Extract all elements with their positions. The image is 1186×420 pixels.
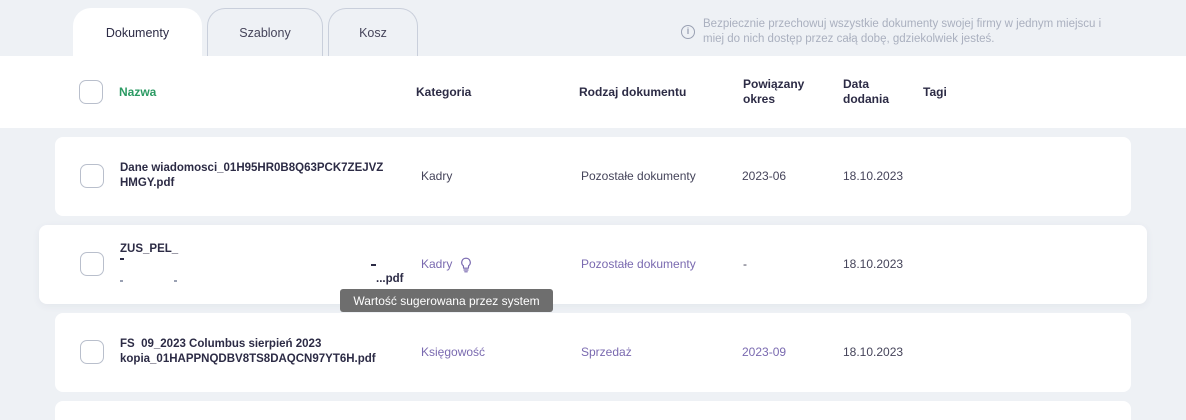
column-header-tags[interactable]: Tagi (923, 85, 947, 100)
document-name-line: Dane wiadomosci_01H95HR0B8Q63PCK7ZEJVZ (120, 162, 384, 174)
info-icon: i (681, 25, 695, 39)
document-name-line[interactable]: ZUS_PEL_ (120, 242, 178, 257)
column-header-category[interactable]: Kategoria (416, 85, 471, 100)
row-checkbox[interactable] (80, 164, 104, 188)
document-date: 18.10.2023 (843, 345, 904, 359)
column-header-date-line1: Data (843, 77, 870, 91)
redacted-text-fragment (120, 280, 123, 282)
column-header-date-line2: dodania (843, 92, 890, 106)
document-period[interactable]: - (743, 257, 747, 272)
lightbulb-icon[interactable] (460, 257, 472, 273)
document-name[interactable]: Dane wiadomosci_01H95HR0B8Q63PCK7ZEJVZ H… (120, 161, 383, 191)
row-checkbox[interactable] (80, 340, 104, 364)
document-name[interactable]: FS 09_2023 Columbus sierpień 2023 kopia_… (120, 337, 376, 367)
document-name-line: FS 09_2023 Columbus sierpień 2023 (120, 338, 322, 350)
table-row[interactable]: FS 09_2023 Columbus sierpień 2023 kopia_… (55, 313, 1131, 392)
row-checkbox[interactable] (80, 252, 104, 276)
column-header-date[interactable]: Data dodania (843, 77, 889, 107)
select-all-checkbox[interactable] (79, 80, 103, 104)
document-name-extension: .pdf (382, 273, 404, 285)
document-name-suffix: ...pdf (376, 273, 404, 285)
column-header-period-line1: Powiązany (743, 77, 805, 91)
document-category-label: Kadry (421, 257, 453, 272)
document-category[interactable]: Księgowość (421, 345, 485, 360)
tab-trash[interactable]: Kosz (328, 8, 418, 56)
table-row[interactable] (55, 401, 1131, 420)
redacted-text-fragment (371, 264, 376, 266)
table-header: Nazwa Kategoria Rodzaj dokumentu Powiąza… (0, 56, 1186, 128)
document-period[interactable]: 2023-09 (742, 345, 786, 360)
column-header-period-line2: okres (743, 92, 776, 106)
document-category[interactable]: Kadry (421, 169, 452, 184)
tab-templates[interactable]: Szablony (207, 8, 323, 56)
document-period[interactable]: 2023-06 (742, 169, 786, 184)
document-date: 18.10.2023 (843, 257, 904, 271)
document-name-line: HMGY.pdf (120, 177, 175, 189)
document-name-line: kopia_01HAPPNQDBV8TS8DAQCN97YT6H.pdf (120, 353, 376, 365)
column-header-doc-type[interactable]: Rodzaj dokumentu (579, 85, 686, 100)
redacted-text-fragment (174, 280, 177, 282)
document-type[interactable]: Pozostałe dokumenty (581, 257, 696, 272)
info-text: Bezpiecznie przechowuj wszystkie dokumen… (703, 18, 1102, 45)
info-note: i Bezpiecznie przechowuj wszystkie dokum… (681, 17, 1121, 47)
redacted-text-fragment (120, 258, 124, 260)
tab-documents[interactable]: Dokumenty (73, 8, 202, 56)
document-category[interactable]: Kadry (421, 257, 472, 273)
document-date: 18.10.2023 (843, 169, 904, 183)
suggestion-tooltip: Wartość sugerowana przez system (340, 289, 553, 312)
document-type[interactable]: Pozostałe dokumenty (581, 169, 696, 184)
table-row[interactable]: Dane wiadomosci_01H95HR0B8Q63PCK7ZEJVZ H… (55, 137, 1131, 216)
table-row[interactable]: ZUS_PEL_ ...pdf Kadry Pozostałe dokument… (39, 225, 1147, 304)
column-header-period[interactable]: Powiązany okres (743, 77, 804, 107)
document-type[interactable]: Sprzedaż (581, 345, 632, 360)
column-header-name[interactable]: Nazwa (119, 85, 156, 100)
